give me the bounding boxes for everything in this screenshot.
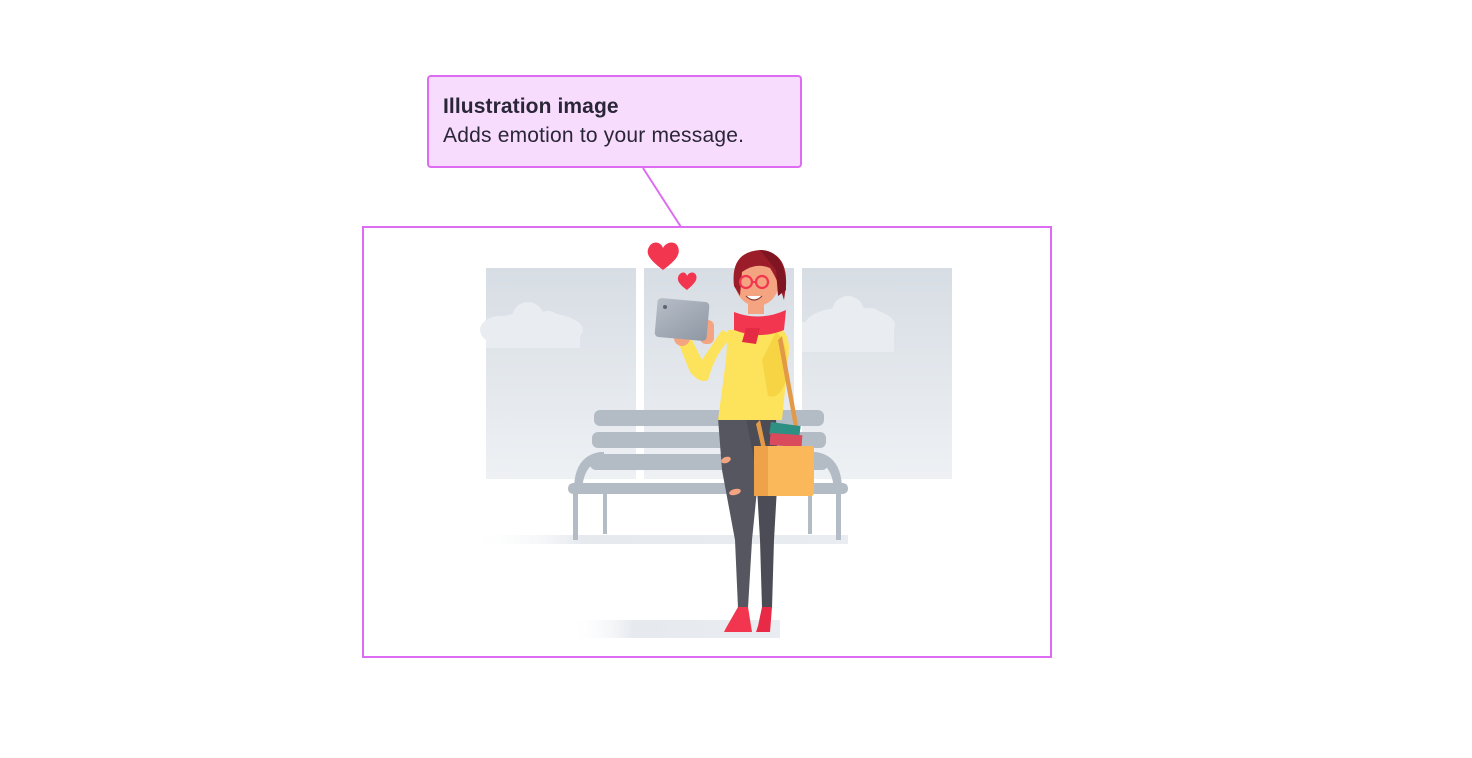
tablet-icon [654,298,710,341]
floor-shadow [468,535,848,544]
page-canvas: Illustration image Adds emotion to your … [0,0,1472,758]
illustration-image [468,242,952,638]
